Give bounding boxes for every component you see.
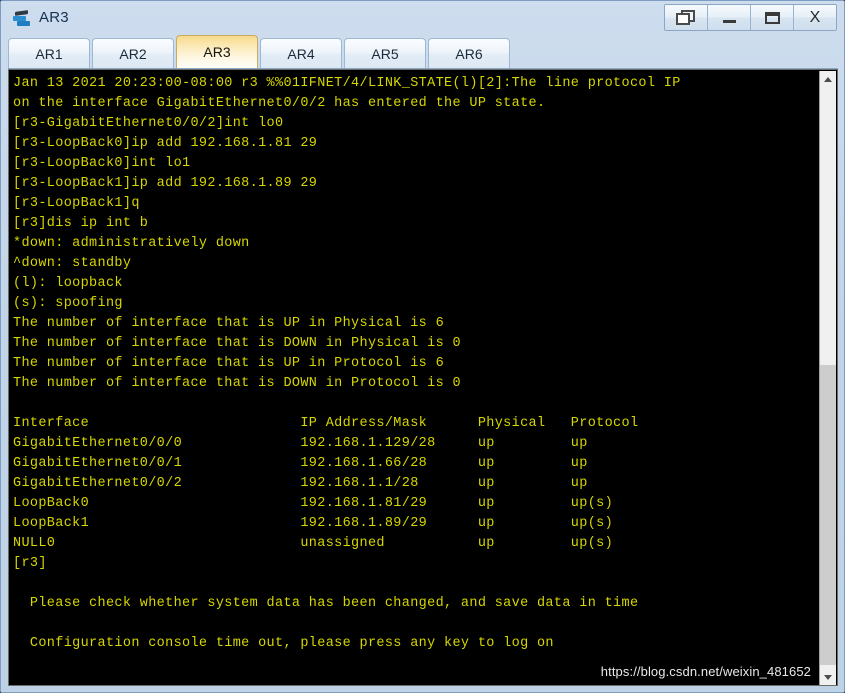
terminal-line: Jan 13 2021 20:23:00-08:00 r3 %%01IFNET/… [13,76,681,91]
window-controls: X [664,4,837,31]
terminal-line: GigabitEthernet0/0/1 192.168.1.66/28 up … [13,456,588,471]
close-icon: X [809,8,821,26]
terminal-line: The number of interface that is UP in Pr… [13,356,445,371]
tab-ar3[interactable]: AR3 [176,35,258,68]
terminal-output[interactable]: Jan 13 2021 20:23:00-08:00 r3 %%01IFNET/… [9,70,821,685]
device-tab-strip: AR1 AR2 AR3 AR4 AR5 AR6 [8,35,838,69]
chevron-up-icon[interactable] [820,71,836,88]
router-icon [12,8,32,28]
terminal-line: GigabitEthernet0/0/2 192.168.1.1/28 up u… [13,476,588,491]
terminal-line: [r3-LoopBack1]ip add 192.168.1.89 29 [13,176,318,191]
terminal-line: Interface IP Address/Mask Physical Proto… [13,416,639,431]
watermark-text: https://blog.csdn.net/weixin_481652 [600,664,811,679]
terminal-line: [r3-LoopBack0]int lo1 [13,156,191,171]
application-window: AR3 X AR1 AR2 AR3 AR4 AR5 AR6 Jan 13 2021 20:… [0,0,845,693]
terminal-line: [r3-GigabitEthernet0/0/2]int lo0 [13,116,284,131]
terminal-line: Please check whether system data has bee… [13,596,639,611]
maximize-icon [764,11,780,24]
title-bar[interactable]: AR3 X [1,1,845,34]
terminal-line: on the interface GigabitEthernet0/0/2 ha… [13,96,546,111]
tab-label: AR6 [455,45,483,62]
restore-window-button[interactable] [665,5,708,30]
terminal-line: [r3] [13,556,47,571]
terminal-line: (s): spoofing [13,296,123,311]
terminal-line: The number of interface that is DOWN in … [13,336,461,351]
terminal-scrollbar[interactable] [819,71,836,685]
terminal-line: The number of interface that is UP in Ph… [13,316,445,331]
terminal-line: The number of interface that is DOWN in … [13,376,461,391]
tab-label: AR5 [371,45,399,62]
tab-ar1[interactable]: AR1 [8,38,90,68]
terminal-line: NULL0 unassigned up up(s) [13,536,614,551]
tab-label: AR4 [287,45,315,62]
close-window-button[interactable]: X [794,5,836,30]
terminal-line: Configuration console time out, please p… [13,636,554,651]
restore-icon [676,9,696,26]
title-bar-left: AR3 [1,8,664,28]
terminal-line: LoopBack0 192.168.1.81/29 up up(s) [13,496,614,511]
window-title: AR3 [39,9,69,26]
tab-ar6[interactable]: AR6 [428,38,510,68]
terminal-line: [r3]dis ip int b [13,216,149,231]
tab-ar5[interactable]: AR5 [344,38,426,68]
terminal-line: (l): loopback [13,276,123,291]
terminal-line: ^down: standby [13,256,132,271]
terminal-line: GigabitEthernet0/0/0 192.168.1.129/28 up… [13,436,588,451]
terminal-line: *down: administratively down [13,236,250,251]
tab-label: AR3 [203,44,231,60]
scrollbar-thumb[interactable] [820,365,836,665]
terminal-line: [r3-LoopBack1]q [13,196,140,211]
minimize-window-button[interactable] [708,5,751,30]
tab-ar2[interactable]: AR2 [92,38,174,68]
tab-ar4[interactable]: AR4 [260,38,342,68]
terminal-line: LoopBack1 192.168.1.89/29 up up(s) [13,516,614,531]
terminal-panel: Jan 13 2021 20:23:00-08:00 r3 %%01IFNET/… [8,69,838,686]
minimize-icon [722,20,736,23]
tab-label: AR2 [119,45,147,62]
tab-label: AR1 [35,45,63,62]
chevron-down-icon[interactable] [820,669,836,685]
maximize-window-button[interactable] [751,5,794,30]
terminal-line: [r3-LoopBack0]ip add 192.168.1.81 29 [13,136,318,151]
